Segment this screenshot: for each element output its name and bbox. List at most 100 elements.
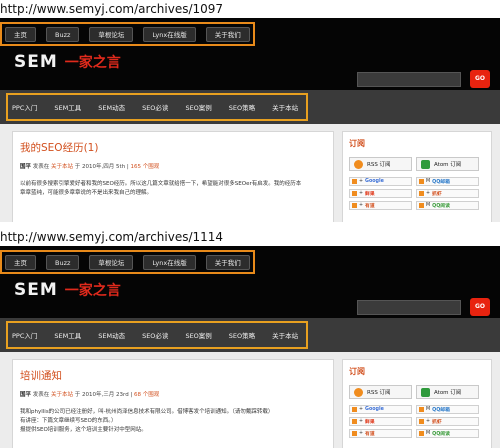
sub-nav-seo-cases[interactable]: SEO案例 (185, 102, 211, 112)
post-title[interactable]: 我的SEO经历(1) (20, 140, 326, 155)
reader-name: 有道 (365, 432, 375, 437)
atom-subscribe-button[interactable]: Atom 订阅 (416, 385, 479, 399)
reader-subscribe-button[interactable]: + 鲜果 (349, 417, 412, 426)
logo-cn-text: 一家之言 (64, 283, 121, 299)
sub-nav-sem-news[interactable]: SEM动态 (98, 330, 125, 340)
top-nav-about-us[interactable]: 关于我们 (205, 255, 250, 270)
reader-prefix: + (359, 191, 364, 196)
sub-nav-about-site[interactable]: 关于本站 (272, 330, 298, 340)
atom-subscribe-button[interactable]: Atom 订阅 (416, 157, 479, 171)
logo-cn-text: 一家之言 (64, 55, 121, 71)
reader-badge-icon (352, 407, 357, 412)
reader-subscribe-button[interactable]: M QQ阅读 (416, 201, 479, 210)
top-nav-buzz[interactable]: Buzz (46, 255, 80, 270)
reader-badge-icon (352, 431, 357, 436)
reader-subscribe-button[interactable]: M QQ邮箱 (416, 177, 479, 186)
post-title[interactable]: 培训通知 (20, 368, 326, 383)
reader-subscribe-grid: + Google M QQ邮箱 + 鲜果 + 抓虾 + 有道 M QQ阅读 (349, 405, 485, 438)
top-nav-highlight-box: 主页 Buzz 草根论坛 Lynx在线版 关于我们 (0, 250, 255, 274)
reader-subscribe-button[interactable]: + 鲜果 (349, 189, 412, 198)
reader-prefix: M (426, 179, 431, 184)
reader-name: QQ邮箱 (432, 180, 450, 185)
post-meta: 国平 发表在 关于本站 于 2010年,三月 23rd | 68 个围观 (20, 390, 326, 398)
atom-label: Atom 订阅 (434, 162, 462, 168)
sub-nav-sem-news[interactable]: SEM动态 (98, 102, 125, 112)
reader-name: 抓虾 (432, 192, 442, 197)
reader-prefix: + (359, 203, 364, 208)
top-nav-forum[interactable]: 草根论坛 (89, 27, 134, 42)
search-input[interactable] (357, 72, 461, 87)
sub-nav-seo-cases[interactable]: SEO案例 (185, 330, 211, 340)
reader-badge-icon (419, 179, 424, 184)
post-card: 培训通知 国平 发表在 关于本站 于 2010年,三月 23rd | 68 个围… (12, 359, 334, 448)
reader-subscribe-button[interactable]: + 有道 (349, 201, 412, 210)
reader-subscribe-button[interactable]: + 抓虾 (416, 417, 479, 426)
reader-badge-icon (352, 179, 357, 184)
sub-nav-seo-strategy[interactable]: SEO策略 (229, 330, 255, 340)
top-nav-home[interactable]: 主页 (5, 255, 36, 270)
reader-badge-icon (352, 419, 357, 424)
sub-nav-ppc[interactable]: PPC入门 (12, 102, 37, 112)
top-nav-forum[interactable]: 草根论坛 (89, 255, 134, 270)
post-meta: 国平 发表在 关于本站 于 2010年,四月 5th | 165 个围观 (20, 162, 326, 170)
category-navbar: PPC入门 SEM工具 SEM动态 SEO必读 SEO案例 SEO策略 关于本站 (0, 90, 500, 124)
post-date: 于 2010年,三月 23rd | (74, 392, 133, 398)
content-area: 培训通知 国平 发表在 关于本站 于 2010年,三月 23rd | 68 个围… (0, 352, 500, 448)
atom-icon (421, 159, 430, 169)
page-url-caption: http://www.semyj.com/archives/1097 (0, 2, 224, 16)
reader-prefix: + (426, 191, 431, 196)
post-posted-in: 发表在 (32, 392, 50, 398)
post-category-link[interactable]: 关于本站 (51, 164, 73, 170)
excerpt-line: 以前有很多搜索引擎爱好者和我的SEO经历。所以这几篇文章就给搭一下，希望能对很多… (20, 181, 302, 187)
subscribe-title: 订阅 (349, 139, 365, 148)
top-nav-lynx[interactable]: Lynx在线版 (143, 27, 196, 42)
top-nav-lynx[interactable]: Lynx在线版 (143, 255, 196, 270)
rss-subscribe-button[interactable]: RSS 订阅 (349, 385, 412, 399)
reader-subscribe-button[interactable]: M QQ阅读 (416, 429, 479, 438)
post-views[interactable]: 165 个围观 (131, 164, 160, 170)
top-nav-home[interactable]: 主页 (5, 27, 36, 42)
site-logo[interactable]: SEM 一家之言 (14, 280, 121, 302)
site-header: 主页 Buzz 草根论坛 Lynx在线版 关于我们 SEM 一家之言 GO (0, 18, 500, 90)
go-button[interactable]: GO (470, 298, 490, 316)
category-navbar: PPC入门 SEM工具 SEM动态 SEO必读 SEO案例 SEO策略 关于本站 (0, 318, 500, 352)
search-input[interactable] (357, 300, 461, 315)
rss-subscribe-button[interactable]: RSS 订阅 (349, 157, 412, 171)
reader-subscribe-button[interactable]: M QQ邮箱 (416, 405, 479, 414)
post-posted-in: 发表在 (32, 164, 50, 170)
rss-label: RSS 订阅 (367, 390, 391, 396)
reader-name: 抓虾 (432, 420, 442, 425)
sub-nav-seo-must-read[interactable]: SEO必读 (142, 330, 168, 340)
top-nav-about-us[interactable]: 关于我们 (205, 27, 250, 42)
reader-name: 鲜果 (365, 192, 375, 197)
reader-prefix: + (359, 179, 364, 184)
top-nav-highlight-box: 主页 Buzz 草根论坛 Lynx在线版 关于我们 (0, 22, 255, 46)
top-nav-buzz[interactable]: Buzz (46, 27, 80, 42)
excerpt-line: 报提供SEO培训服务，这个培训主要针对中型网站。 (20, 427, 147, 433)
sub-nav-about-site[interactable]: 关于本站 (272, 102, 298, 112)
rss-label: RSS 订阅 (367, 162, 391, 168)
post-excerpt: 以前有很多搜索引擎爱好者和我的SEO经历。所以这几篇文章就给搭一下，希望能对很多… (20, 180, 326, 198)
content-area: 我的SEO经历(1) 国平 发表在 关于本站 于 2010年,四月 5th | … (0, 124, 500, 222)
reader-subscribe-button[interactable]: + Google (349, 405, 412, 414)
reader-subscribe-button[interactable]: + Google (349, 177, 412, 186)
go-button[interactable]: GO (470, 70, 490, 88)
reader-name: QQ阅读 (432, 432, 450, 437)
sub-nav-ppc[interactable]: PPC入门 (12, 330, 37, 340)
site-logo[interactable]: SEM 一家之言 (14, 52, 121, 74)
atom-icon (421, 387, 430, 397)
sub-nav-sem-tools[interactable]: SEM工具 (54, 330, 81, 340)
reader-subscribe-button[interactable]: + 抓虾 (416, 189, 479, 198)
excerpt-line: 章章蓝纯，可能很多章章说的不是出来我自己的理解。 (20, 190, 153, 196)
feed-buttons-row: RSS 订阅 Atom 订阅 (349, 157, 485, 171)
atom-label: Atom 订阅 (434, 390, 462, 396)
excerpt-line: 我和phyllis的公司已经注册好，叫-杭州尚泽信息技术有限公司。借博客发个培训… (20, 409, 274, 415)
sub-nav-seo-strategy[interactable]: SEO策略 (229, 102, 255, 112)
sub-nav-sem-tools[interactable]: SEM工具 (54, 102, 81, 112)
post-views[interactable]: 68 个围观 (134, 392, 159, 398)
sub-nav-seo-must-read[interactable]: SEO必读 (142, 102, 168, 112)
post-category-link[interactable]: 关于本站 (51, 392, 73, 398)
feed-buttons-row: RSS 订阅 Atom 订阅 (349, 385, 485, 399)
reader-badge-icon (352, 203, 357, 208)
reader-subscribe-button[interactable]: + 有道 (349, 429, 412, 438)
